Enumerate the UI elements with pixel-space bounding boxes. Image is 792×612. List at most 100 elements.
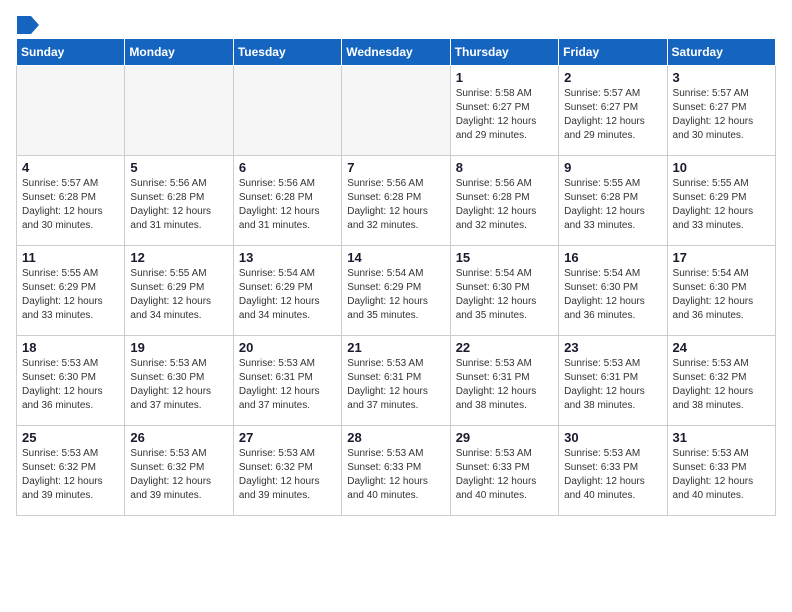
day-number: 16	[564, 250, 661, 265]
day-info: Sunrise: 5:53 AM Sunset: 6:32 PM Dayligh…	[673, 357, 770, 413]
calendar-cell: 29 Sunrise: 5:53 AM Sunset: 6:33 PM Dayli…	[450, 426, 558, 516]
day-number: 12	[130, 250, 227, 265]
day-info: Sunrise: 5:54 AM Sunset: 6:30 PM Dayligh…	[673, 267, 770, 323]
day-header-sunday: Sunday	[17, 39, 125, 66]
day-info: Sunrise: 5:55 AM Sunset: 6:28 PM Dayligh…	[564, 177, 661, 233]
day-info: Sunrise: 5:53 AM Sunset: 6:31 PM Dayligh…	[564, 357, 661, 413]
calendar-cell	[125, 66, 233, 156]
day-number: 1	[456, 70, 553, 85]
day-number: 25	[22, 430, 119, 445]
day-info: Sunrise: 5:56 AM Sunset: 6:28 PM Dayligh…	[347, 177, 444, 233]
calendar-cell	[342, 66, 450, 156]
day-number: 24	[673, 340, 770, 355]
day-info: Sunrise: 5:55 AM Sunset: 6:29 PM Dayligh…	[130, 267, 227, 323]
day-number: 9	[564, 160, 661, 175]
day-header-thursday: Thursday	[450, 39, 558, 66]
calendar-cell	[17, 66, 125, 156]
day-number: 26	[130, 430, 227, 445]
week-row-5: 25 Sunrise: 5:53 AM Sunset: 6:32 PM Dayli…	[17, 426, 776, 516]
day-info: Sunrise: 5:57 AM Sunset: 6:27 PM Dayligh…	[673, 87, 770, 143]
day-info: Sunrise: 5:54 AM Sunset: 6:30 PM Dayligh…	[564, 267, 661, 323]
day-number: 23	[564, 340, 661, 355]
day-header-wednesday: Wednesday	[342, 39, 450, 66]
calendar-cell: 25 Sunrise: 5:53 AM Sunset: 6:32 PM Dayli…	[17, 426, 125, 516]
day-info: Sunrise: 5:54 AM Sunset: 6:29 PM Dayligh…	[239, 267, 336, 323]
day-header-tuesday: Tuesday	[233, 39, 341, 66]
day-number: 14	[347, 250, 444, 265]
day-number: 5	[130, 160, 227, 175]
calendar-cell: 4Sunrise: 5:57 AM Sunset: 6:28 PM Daylig…	[17, 156, 125, 246]
day-info: Sunrise: 5:53 AM Sunset: 6:33 PM Dayligh…	[564, 447, 661, 503]
day-info: Sunrise: 5:53 AM Sunset: 6:30 PM Dayligh…	[22, 357, 119, 413]
calendar-cell: 11 Sunrise: 5:55 AM Sunset: 6:29 PM Dayli…	[17, 246, 125, 336]
calendar-cell: 6 Sunrise: 5:56 AM Sunset: 6:28 PM Daylig…	[233, 156, 341, 246]
calendar-cell	[233, 66, 341, 156]
calendar-cell: 30 Sunrise: 5:53 AM Sunset: 6:33 PM Dayli…	[559, 426, 667, 516]
day-number: 17	[673, 250, 770, 265]
calendar-cell: 19Sunrise: 5:53 AM Sunset: 6:30 PM Dayli…	[125, 336, 233, 426]
day-number: 28	[347, 430, 444, 445]
day-header-saturday: Saturday	[667, 39, 775, 66]
day-info: Sunrise: 5:53 AM Sunset: 6:31 PM Dayligh…	[239, 357, 336, 413]
day-number: 15	[456, 250, 553, 265]
day-number: 19	[130, 340, 227, 355]
calendar-cell: 13 Sunrise: 5:54 AM Sunset: 6:29 PM Dayli…	[233, 246, 341, 336]
calendar-table: SundayMondayTuesdayWednesdayThursdayFrid…	[16, 38, 776, 516]
calendar-cell: 28 Sunrise: 5:53 AM Sunset: 6:33 PM Dayli…	[342, 426, 450, 516]
calendar-cell: 7 Sunrise: 5:56 AM Sunset: 6:28 PM Daylig…	[342, 156, 450, 246]
day-number: 20	[239, 340, 336, 355]
day-info: Sunrise: 5:57 AM Sunset: 6:28 PM Dayligh…	[22, 177, 119, 233]
week-row-3: 11 Sunrise: 5:55 AM Sunset: 6:29 PM Dayli…	[17, 246, 776, 336]
day-header-friday: Friday	[559, 39, 667, 66]
calendar-cell: 2 Sunrise: 5:57 AM Sunset: 6:27 PM Daylig…	[559, 66, 667, 156]
calendar-cell: 26 Sunrise: 5:53 AM Sunset: 6:32 PM Dayli…	[125, 426, 233, 516]
calendar-cell: 12 Sunrise: 5:55 AM Sunset: 6:29 PM Dayli…	[125, 246, 233, 336]
day-number: 10	[673, 160, 770, 175]
day-info: Sunrise: 5:53 AM Sunset: 6:31 PM Dayligh…	[456, 357, 553, 413]
day-info: Sunrise: 5:57 AM Sunset: 6:27 PM Dayligh…	[564, 87, 661, 143]
calendar-cell: 24 Sunrise: 5:53 AM Sunset: 6:32 PM Dayli…	[667, 336, 775, 426]
week-row-1: 1Sunrise: 5:58 AM Sunset: 6:27 PM Daylig…	[17, 66, 776, 156]
day-number: 27	[239, 430, 336, 445]
day-number: 21	[347, 340, 444, 355]
calendar-cell: 20 Sunrise: 5:53 AM Sunset: 6:31 PM Dayli…	[233, 336, 341, 426]
day-info: Sunrise: 5:53 AM Sunset: 6:33 PM Dayligh…	[347, 447, 444, 503]
day-info: Sunrise: 5:53 AM Sunset: 6:32 PM Dayligh…	[239, 447, 336, 503]
day-number: 13	[239, 250, 336, 265]
calendar-cell: 27 Sunrise: 5:53 AM Sunset: 6:32 PM Dayli…	[233, 426, 341, 516]
day-info: Sunrise: 5:53 AM Sunset: 6:33 PM Dayligh…	[673, 447, 770, 503]
calendar-cell: 31 Sunrise: 5:53 AM Sunset: 6:33 PM Dayli…	[667, 426, 775, 516]
calendar-cell: 17 Sunrise: 5:54 AM Sunset: 6:30 PM Dayli…	[667, 246, 775, 336]
day-info: Sunrise: 5:53 AM Sunset: 6:32 PM Dayligh…	[22, 447, 119, 503]
day-number: 29	[456, 430, 553, 445]
logo-icon	[17, 16, 39, 34]
day-number: 7	[347, 160, 444, 175]
day-header-monday: Monday	[125, 39, 233, 66]
day-info: Sunrise: 5:56 AM Sunset: 6:28 PM Dayligh…	[130, 177, 227, 233]
week-row-2: 4Sunrise: 5:57 AM Sunset: 6:28 PM Daylig…	[17, 156, 776, 246]
calendar-cell: 3Sunrise: 5:57 AM Sunset: 6:27 PM Daylig…	[667, 66, 775, 156]
day-number: 11	[22, 250, 119, 265]
calendar-cell: 1Sunrise: 5:58 AM Sunset: 6:27 PM Daylig…	[450, 66, 558, 156]
calendar-cell: 14 Sunrise: 5:54 AM Sunset: 6:29 PM Dayli…	[342, 246, 450, 336]
week-row-4: 18 Sunrise: 5:53 AM Sunset: 6:30 PM Dayli…	[17, 336, 776, 426]
calendar-cell: 10 Sunrise: 5:55 AM Sunset: 6:29 PM Dayli…	[667, 156, 775, 246]
day-info: Sunrise: 5:56 AM Sunset: 6:28 PM Dayligh…	[239, 177, 336, 233]
calendar-cell: 9 Sunrise: 5:55 AM Sunset: 6:28 PM Daylig…	[559, 156, 667, 246]
day-number: 22	[456, 340, 553, 355]
day-number: 2	[564, 70, 661, 85]
day-number: 8	[456, 160, 553, 175]
day-number: 6	[239, 160, 336, 175]
day-info: Sunrise: 5:56 AM Sunset: 6:28 PM Dayligh…	[456, 177, 553, 233]
day-info: Sunrise: 5:53 AM Sunset: 6:32 PM Dayligh…	[130, 447, 227, 503]
logo	[16, 16, 39, 30]
day-info: Sunrise: 5:55 AM Sunset: 6:29 PM Dayligh…	[22, 267, 119, 323]
day-number: 18	[22, 340, 119, 355]
calendar-cell: 23 Sunrise: 5:53 AM Sunset: 6:31 PM Dayli…	[559, 336, 667, 426]
day-number: 30	[564, 430, 661, 445]
day-info: Sunrise: 5:54 AM Sunset: 6:29 PM Dayligh…	[347, 267, 444, 323]
day-number: 31	[673, 430, 770, 445]
day-info: Sunrise: 5:53 AM Sunset: 6:31 PM Dayligh…	[347, 357, 444, 413]
day-info: Sunrise: 5:55 AM Sunset: 6:29 PM Dayligh…	[673, 177, 770, 233]
day-info: Sunrise: 5:53 AM Sunset: 6:33 PM Dayligh…	[456, 447, 553, 503]
